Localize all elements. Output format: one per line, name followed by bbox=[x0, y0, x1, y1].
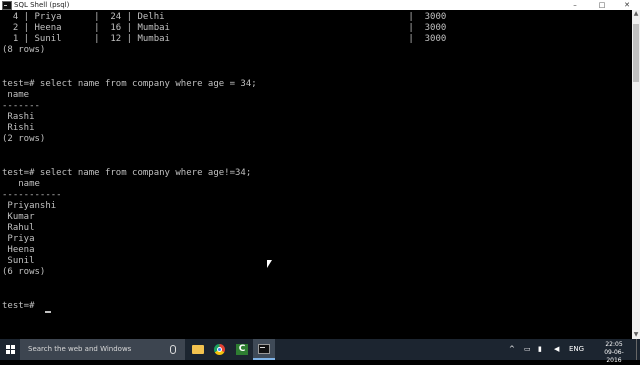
microphone-icon[interactable] bbox=[170, 345, 176, 354]
terminal-line: (8 rows) bbox=[2, 45, 46, 55]
terminal-line: Priya bbox=[2, 234, 35, 244]
terminal-line: name bbox=[2, 90, 30, 100]
network-icon[interactable]: ▭ bbox=[524, 339, 531, 360]
chrome-button[interactable] bbox=[209, 339, 231, 360]
scroll-down-arrow-icon[interactable]: ▼ bbox=[632, 331, 640, 339]
terminal-line: Rishi bbox=[2, 123, 35, 133]
folder-icon bbox=[192, 345, 204, 354]
mouse-pointer-icon bbox=[267, 260, 272, 268]
clock-date: 09-06-2016 bbox=[604, 349, 624, 364]
terminal-line: Rahul bbox=[2, 223, 35, 233]
taskbar: Search the web and Windows C ^ ▭ ▮ ◀ ENG… bbox=[0, 339, 640, 364]
ccleaner-icon: C bbox=[236, 344, 248, 355]
terminal-line: 2 | Heena | 16 | Mumbai | 3000 bbox=[2, 23, 447, 33]
scrollbar-thumb[interactable] bbox=[633, 24, 639, 82]
speaker-icon[interactable]: ◀ bbox=[554, 339, 559, 360]
show-desktop-button[interactable] bbox=[636, 339, 640, 360]
vertical-scrollbar[interactable]: ▲ ▼ bbox=[632, 10, 640, 339]
console-icon bbox=[258, 344, 270, 354]
file-explorer-button[interactable] bbox=[187, 339, 209, 360]
terminal-line: Sunil bbox=[2, 256, 35, 266]
terminal-line: test=# select name from company where ag… bbox=[2, 79, 257, 89]
close-button[interactable]: ✕ bbox=[614, 0, 640, 10]
terminal-line: Rashi bbox=[2, 112, 35, 122]
start-button[interactable] bbox=[0, 339, 20, 360]
battery-icon[interactable]: ▮ bbox=[538, 339, 542, 360]
minimize-button[interactable]: – bbox=[562, 0, 588, 10]
terminal-output[interactable]: 4 | Priya | 24 | Delhi | 3000 2 | Heena … bbox=[0, 10, 632, 339]
sql-shell-app-icon bbox=[2, 1, 12, 10]
terminal-line: Priyanshi bbox=[2, 201, 57, 211]
text-cursor bbox=[45, 311, 51, 313]
sql-shell-button[interactable] bbox=[253, 339, 275, 360]
terminal-line: test=# select name from company where ag… bbox=[2, 168, 252, 178]
search-placeholder: Search the web and Windows bbox=[28, 345, 132, 353]
terminal-line: (6 rows) bbox=[2, 267, 46, 277]
scroll-up-arrow-icon[interactable]: ▲ bbox=[632, 10, 640, 18]
terminal-line: name bbox=[2, 179, 40, 189]
clock-time: 22:05 bbox=[605, 341, 623, 348]
tray-expand-icon[interactable]: ^ bbox=[509, 339, 515, 360]
terminal-line: Kumar bbox=[2, 212, 35, 222]
terminal-line: Heena bbox=[2, 245, 35, 255]
chrome-icon bbox=[214, 344, 225, 355]
search-box[interactable]: Search the web and Windows bbox=[20, 339, 185, 360]
ccleaner-button[interactable]: C bbox=[231, 339, 253, 360]
terminal-line: ----------- bbox=[2, 190, 62, 200]
terminal-line: 4 | Priya | 24 | Delhi | 3000 bbox=[2, 12, 447, 22]
input-language[interactable]: ENG bbox=[569, 339, 584, 360]
window-title: SQL Shell (psql) bbox=[14, 1, 70, 9]
terminal-line: ------- bbox=[2, 101, 40, 111]
terminal-line: (2 rows) bbox=[2, 134, 46, 144]
command-prompt[interactable]: test=# bbox=[2, 301, 40, 312]
windows-logo-icon bbox=[6, 345, 15, 354]
terminal-line: 1 | Sunil | 12 | Mumbai | 3000 bbox=[2, 34, 447, 44]
maximize-button[interactable]: □ bbox=[589, 0, 615, 10]
clock[interactable]: 22:05 09-06-2016 bbox=[600, 341, 628, 365]
